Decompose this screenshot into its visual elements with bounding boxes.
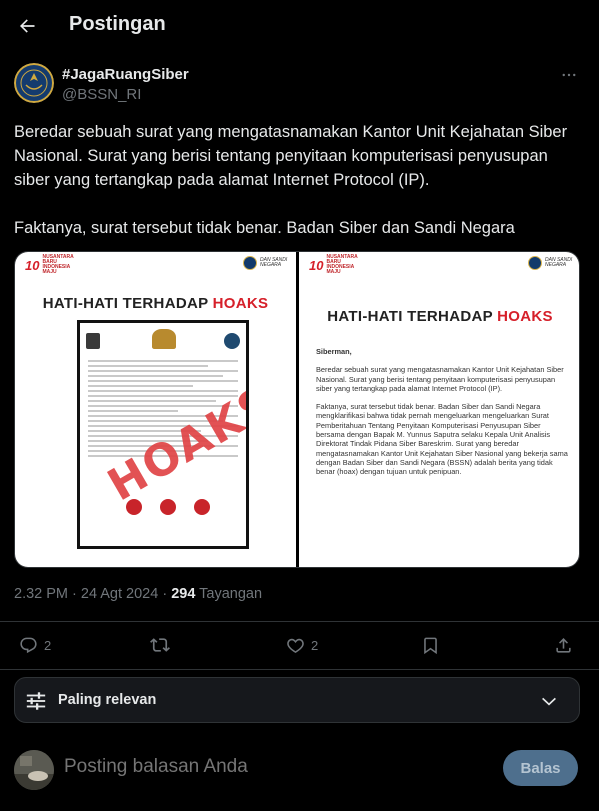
poster-title: HATI-HATI TERHADAP HOAKS	[327, 308, 553, 325]
red-stamp-icon	[160, 499, 176, 515]
timestamp[interactable]: 2.32 PM · 24 Agt 2024 ·	[14, 586, 171, 602]
like-count: 2	[311, 637, 319, 653]
brand-logo: 10 NUSANTARA BARU INDONESIA MAJU	[309, 254, 358, 275]
user-avatar[interactable]	[14, 750, 54, 790]
bssn-emblem-icon	[243, 256, 257, 270]
divider	[0, 669, 599, 670]
reply-composer: Balas	[14, 748, 580, 790]
bssn-emblem-icon	[528, 256, 542, 270]
user-photo-icon	[14, 750, 54, 790]
sliders-icon	[26, 692, 46, 710]
media-image-right[interactable]: 10 NUSANTARA BARU INDONESIA MAJU DAN SAN…	[299, 252, 579, 567]
more-options-button[interactable]	[557, 63, 581, 87]
clarification-paragraph: Beredar sebuah surat yang mengatasnamaka…	[316, 365, 564, 393]
reply-button-label: Balas	[520, 759, 561, 777]
garuda-emblem-icon	[152, 329, 176, 349]
reply-input[interactable]	[64, 756, 464, 778]
author-avatar[interactable]	[14, 63, 54, 103]
brand-logo: 10 NUSANTARA BARU INDONESIA MAJU	[25, 254, 74, 275]
reply-icon	[20, 637, 37, 653]
top-bar: Postingan	[0, 0, 599, 53]
tweet-author: #JagaRuangSiber @BSSN_RI	[14, 63, 585, 107]
more-horizontal-icon	[562, 73, 576, 77]
retweet-button[interactable]	[150, 632, 176, 658]
retweet-icon	[150, 638, 170, 652]
sort-label: Paling relevan	[58, 692, 157, 708]
greeting: Siberman,	[316, 347, 352, 356]
tweet-actions: 2 2	[0, 622, 599, 670]
clarification-text: Siberman, Beredar sebuah surat yang meng…	[316, 347, 568, 486]
arrow-left-icon	[20, 19, 35, 33]
media-image-left[interactable]: 10 NUSANTARA BARU INDONESIA MAJU DAN SAN…	[15, 252, 296, 567]
views-count: 294	[171, 586, 196, 602]
reply-button[interactable]: 2	[19, 632, 51, 658]
author-name[interactable]: #JagaRuangSiber	[62, 66, 189, 83]
police-emblem-icon	[86, 333, 100, 349]
bookmark-icon	[424, 637, 437, 654]
poster-title: HATI-HATI TERHADAP HOAKS	[42, 295, 269, 312]
author-handle[interactable]: @BSSN_RI	[62, 86, 141, 103]
reply-sort-dropdown[interactable]: Paling relevan	[14, 677, 580, 723]
reply-submit-button[interactable]: Balas	[503, 750, 578, 786]
bookmark-button[interactable]	[421, 632, 440, 658]
bssn-partner-logo: DAN SANDI NEGARA	[243, 256, 288, 270]
back-button[interactable]	[12, 11, 42, 41]
reply-count: 2	[44, 637, 52, 653]
bssn-emblem-icon	[224, 333, 240, 349]
page-title: Postingan	[69, 13, 166, 35]
views-label: Tayangan	[195, 586, 263, 602]
bssn-partner-logo: DAN SANDI NEGARA	[528, 256, 573, 270]
clarification-paragraph: Faktanya, surat tersebut tidak benar. Ba…	[316, 402, 568, 477]
bssn-logo-icon	[14, 63, 54, 103]
fake-letter-image: HOAKS	[77, 320, 249, 549]
tweet-media[interactable]: 10 NUSANTARA BARU INDONESIA MAJU DAN SAN…	[14, 251, 580, 568]
share-icon	[556, 637, 571, 653]
tweet-text: Beredar sebuah surat yang mengatasnamaka…	[14, 123, 568, 237]
like-button[interactable]: 2	[286, 632, 318, 658]
red-stamp-icon	[194, 499, 210, 515]
tweet-meta: 2.32 PM · 24 Agt 2024 · 294 Tayangan	[14, 586, 262, 602]
like-icon	[287, 638, 304, 653]
share-button[interactable]	[554, 632, 573, 658]
chevron-down-icon	[542, 697, 556, 706]
